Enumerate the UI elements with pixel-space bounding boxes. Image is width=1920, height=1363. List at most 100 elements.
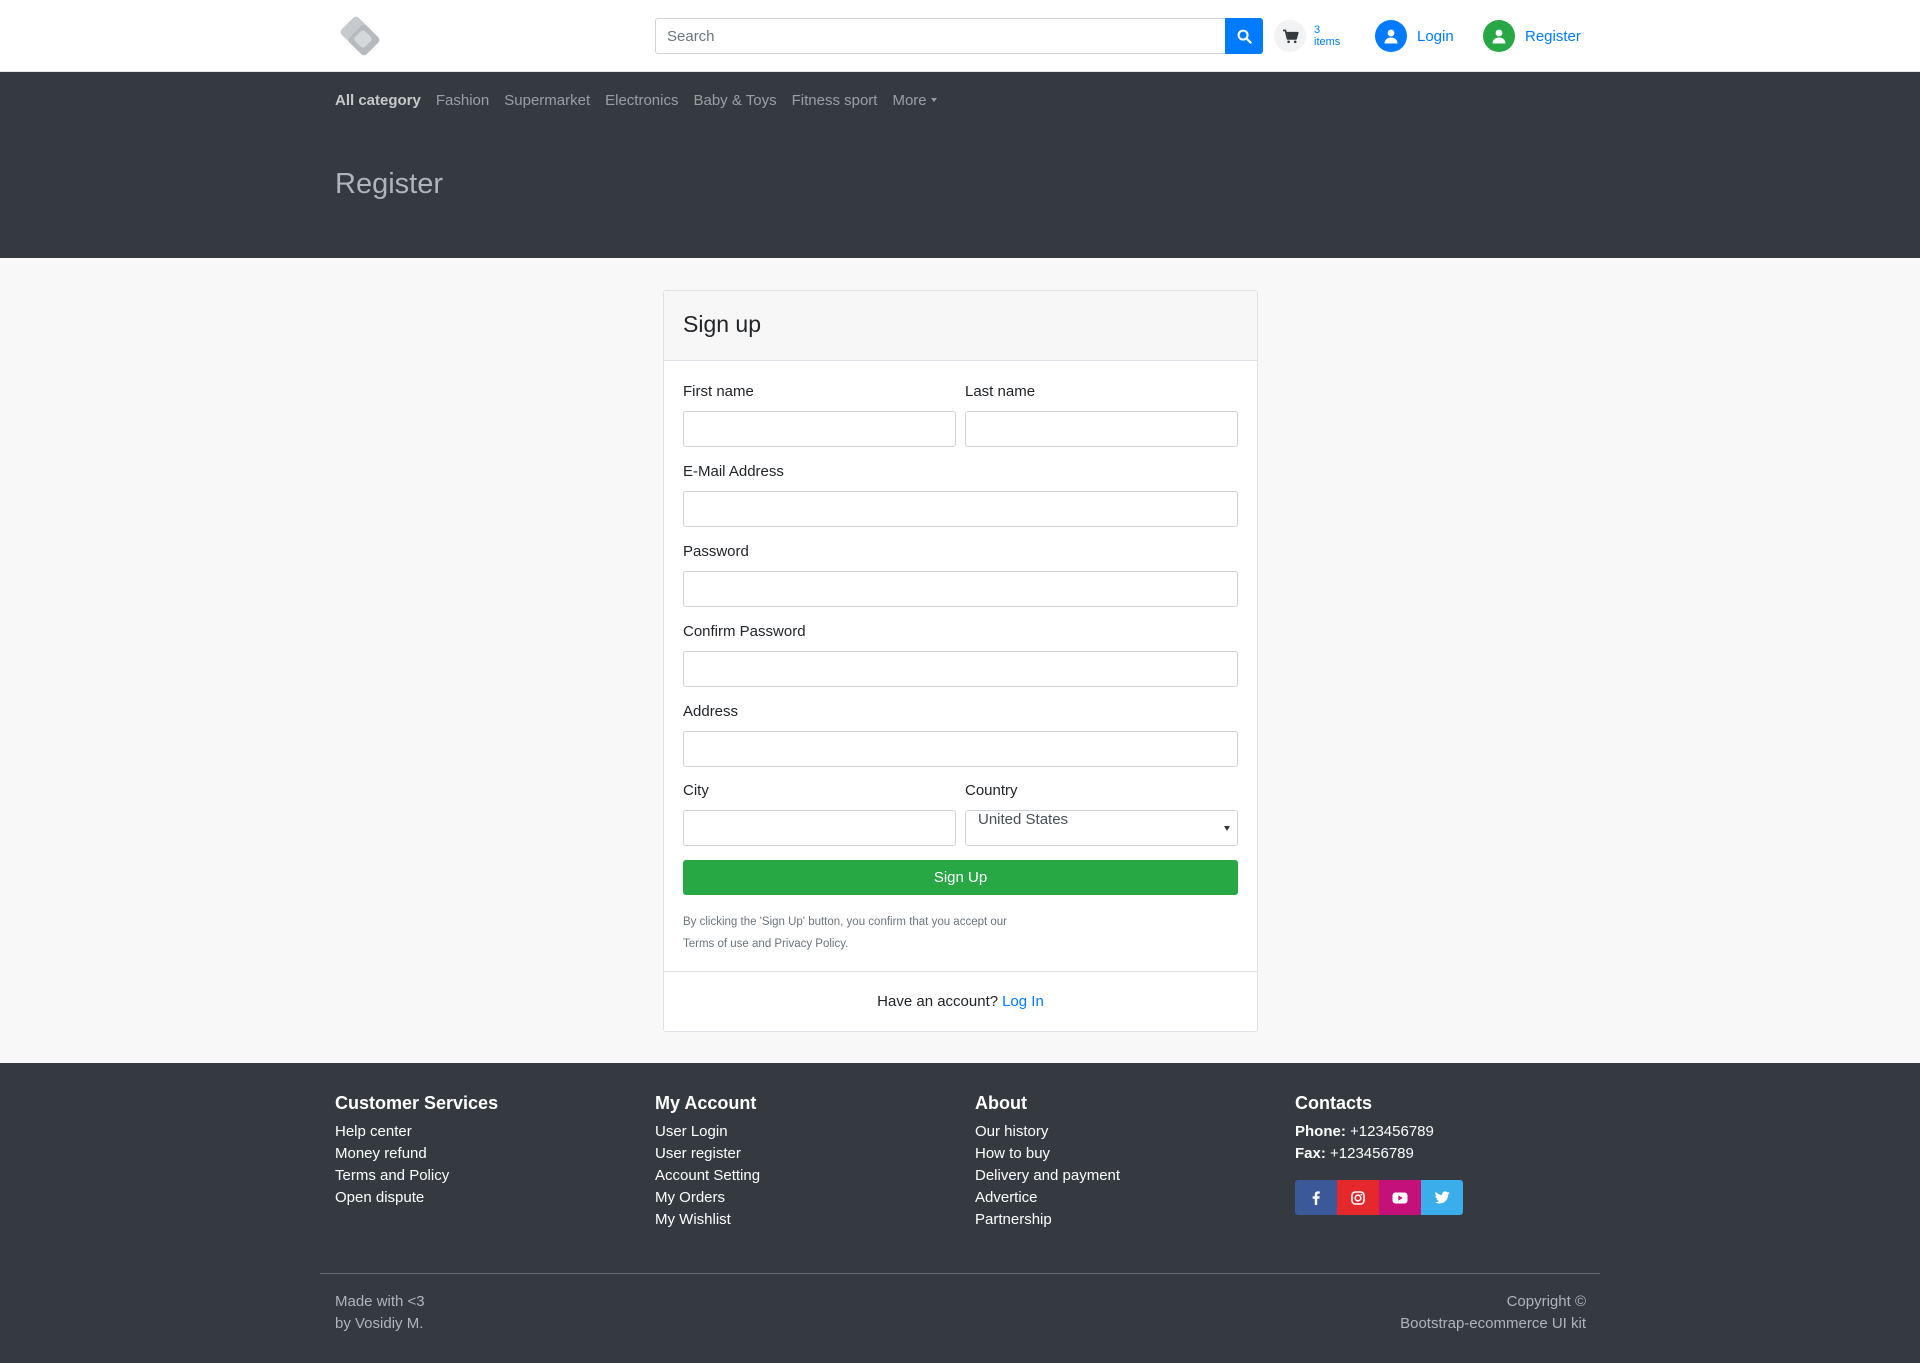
footer-link-money-refund[interactable]: Money refund — [335, 1145, 427, 1162]
footer-col-about: About Our history How to buy Delivery an… — [975, 1093, 1275, 1231]
footer-link-help-center[interactable]: Help center — [335, 1123, 412, 1140]
facebook-icon — [1312, 1190, 1320, 1205]
first-name-label: First name — [683, 383, 754, 400]
card-header: Sign up — [664, 291, 1257, 361]
address-label: Address — [683, 703, 739, 720]
footer-link-my-wishlist[interactable]: My Wishlist — [655, 1211, 731, 1228]
nav-item-all-category[interactable]: All category — [335, 92, 421, 109]
category-nav: All category Fashion Supermarket Electro… — [335, 88, 952, 112]
register-link[interactable]: Register — [1483, 20, 1581, 52]
nav-item-fitness-sport[interactable]: Fitness sport — [792, 92, 878, 109]
footer-link-advertice[interactable]: Advertice — [975, 1189, 1038, 1206]
footer-link-open-dispute[interactable]: Open dispute — [335, 1189, 424, 1206]
footer-col-contacts: Contacts Phone: +123456789 Fax: +1234567… — [1295, 1093, 1595, 1215]
footer-link-how-to-buy[interactable]: How to buy — [975, 1145, 1050, 1162]
signup-card: Sign up First name Last name E-Mail Addr… — [663, 290, 1258, 1032]
top-header: 3 items Login Register — [0, 0, 1920, 72]
search-button[interactable] — [1225, 18, 1263, 54]
terms-of-use-link[interactable]: Terms of use — [683, 938, 749, 950]
cart-count: 3 items — [1314, 24, 1348, 48]
login-label: Login — [1417, 27, 1454, 45]
password-group: Password — [683, 543, 1238, 607]
terms-text: By clicking the 'Sign Up' button, you co… — [683, 916, 1008, 928]
copyright-text: Copyright © — [1506, 1293, 1586, 1310]
terms-and-text: and — [748, 938, 775, 950]
fax-value: +123456789 — [1330, 1145, 1414, 1162]
search-input[interactable] — [655, 18, 1225, 54]
password-input[interactable] — [683, 571, 1238, 607]
more-label: More — [892, 91, 927, 109]
last-name-input[interactable] — [965, 411, 1238, 447]
fax-label: Fax: — [1295, 1145, 1326, 1162]
cart-icon — [1274, 20, 1306, 52]
user-icon — [1375, 20, 1407, 52]
footer-divider — [320, 1273, 1600, 1274]
log-in-link[interactable]: Log In — [1002, 993, 1044, 1010]
brand-logo-icon[interactable] — [334, 14, 386, 58]
chevron-down-icon — [1224, 826, 1230, 831]
address-group: Address — [683, 703, 1238, 767]
register-label: Register — [1525, 27, 1581, 45]
nav-item-electronics[interactable]: Electronics — [605, 92, 678, 109]
youtube-button[interactable] — [1379, 1180, 1421, 1215]
search-icon — [1237, 29, 1252, 44]
sign-up-button[interactable]: Sign Up — [683, 860, 1238, 895]
city-input[interactable] — [683, 810, 956, 846]
email-input[interactable] — [683, 491, 1238, 527]
made-with-text: Made with <3 — [335, 1293, 425, 1310]
footer-credits: Made with <3 by Vosidiy M. — [335, 1291, 425, 1335]
nav-item-more-dropdown[interactable]: More — [892, 91, 937, 109]
footer-link-terms-policy[interactable]: Terms and Policy — [335, 1167, 449, 1184]
terms-notice: By clicking the 'Sign Up' button, you co… — [683, 911, 1083, 955]
confirm-password-input[interactable] — [683, 651, 1238, 687]
footer-link-account-setting[interactable]: Account Setting — [655, 1167, 760, 1184]
twitter-icon — [1434, 1191, 1450, 1204]
social-buttons — [1295, 1180, 1595, 1215]
card-title: Sign up — [683, 311, 762, 337]
facebook-button[interactable] — [1295, 1180, 1337, 1215]
phone-value: +123456789 — [1350, 1123, 1434, 1140]
have-account-text: Have an account? — [877, 993, 999, 1010]
search-bar — [655, 18, 1263, 54]
first-name-input[interactable] — [683, 411, 956, 447]
footer-copyright: Copyright © Bootstrap-ecommerce UI kit — [1400, 1291, 1586, 1335]
privacy-policy-link[interactable]: Privacy Policy — [774, 938, 845, 950]
footer-col-customer-services: Customer Services Help center Money refu… — [335, 1093, 635, 1209]
made-by-text: by Vosidiy M. — [335, 1315, 424, 1332]
first-name-group: First name — [683, 383, 956, 447]
footer-heading: Customer Services — [335, 1093, 499, 1113]
instagram-icon — [1351, 1190, 1365, 1205]
nav-item-baby-toys[interactable]: Baby & Toys — [693, 92, 776, 109]
address-input[interactable] — [683, 731, 1238, 767]
password-label: Password — [683, 543, 749, 560]
country-selected-value: United States — [978, 811, 1069, 828]
page-title: Register — [335, 168, 443, 200]
email-group: E-Mail Address — [683, 463, 1238, 527]
nav-item-fashion[interactable]: Fashion — [436, 92, 489, 109]
footer-link-my-orders[interactable]: My Orders — [655, 1189, 725, 1206]
card-footer: Have an account? Log In — [664, 971, 1257, 1031]
footer-link-delivery-payment[interactable]: Delivery and payment — [975, 1167, 1120, 1184]
country-label: Country — [965, 782, 1018, 799]
nav-item-supermarket[interactable]: Supermarket — [504, 92, 590, 109]
youtube-icon — [1392, 1192, 1408, 1203]
footer-link-our-history[interactable]: Our history — [975, 1123, 1048, 1140]
cart-count-label: items — [1314, 36, 1341, 48]
footer-heading: About — [975, 1093, 1027, 1113]
chevron-down-icon — [930, 97, 937, 102]
footer-heading: Contacts — [1295, 1093, 1373, 1113]
copyright-sub-text: Bootstrap-ecommerce UI kit — [1400, 1315, 1586, 1332]
last-name-label: Last name — [965, 383, 1036, 400]
cart-button[interactable]: 3 items — [1274, 20, 1348, 52]
country-group: Country United States — [965, 782, 1238, 846]
site-footer: Customer Services Help center Money refu… — [0, 1063, 1920, 1363]
country-select[interactable]: United States — [965, 810, 1238, 846]
login-link[interactable]: Login — [1375, 20, 1454, 52]
footer-link-partnership[interactable]: Partnership — [975, 1211, 1052, 1228]
footer-link-user-register[interactable]: User register — [655, 1145, 741, 1162]
twitter-button[interactable] — [1421, 1180, 1463, 1215]
email-label: E-Mail Address — [683, 463, 784, 480]
footer-link-user-login[interactable]: User Login — [655, 1123, 728, 1140]
confirm-password-group: Confirm Password — [683, 623, 1238, 687]
instagram-button[interactable] — [1337, 1180, 1379, 1215]
